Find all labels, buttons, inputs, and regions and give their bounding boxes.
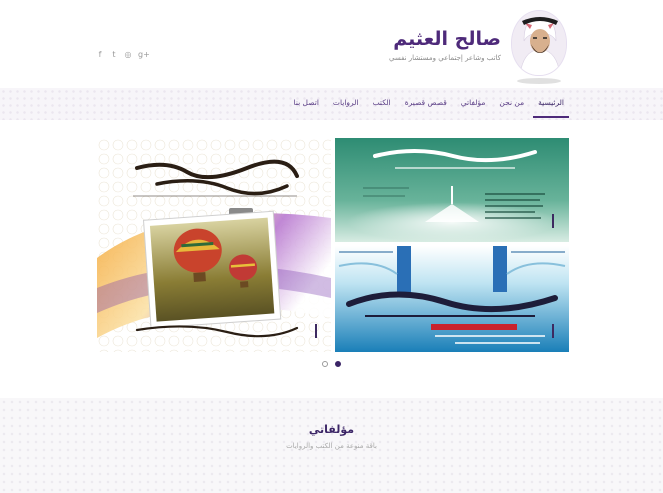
avatar-shadow (517, 78, 561, 84)
brand-text: صالح العثيم كاتب وشاعر إجتماعي ومستشار ن… (389, 27, 501, 62)
section-title: مؤلفاتي (308, 423, 355, 436)
slider-dot-1[interactable] (322, 361, 328, 367)
slide-alsujoon-almaftooha[interactable] (335, 246, 569, 352)
instagram-icon[interactable]: ◎ (124, 50, 132, 59)
site-tagline: كاتب وشاعر إجتماعي ومستشار نفسي (389, 53, 501, 62)
main-nav: الرئيسية من نحن مؤلفاتي قصص قصيرة الكتب … (287, 88, 571, 120)
nav-item-novels[interactable]: الروايات (326, 88, 366, 120)
featured-slider (97, 138, 569, 352)
slide-marker (315, 324, 317, 338)
nav-item-short-stories[interactable]: قصص قصيرة (398, 88, 454, 120)
book-cover-rawaea (97, 138, 331, 352)
avatar-wrap (511, 4, 567, 84)
my-works-section: مؤلفاتي باقة منوعة من الكتب والروايات (0, 398, 663, 493)
section-subtitle: باقة منوعة من الكتب والروايات (286, 442, 377, 450)
book-cover-sujoon (335, 246, 569, 352)
slide-rawaea-altaraef[interactable] (97, 138, 331, 352)
slider-dots (322, 361, 341, 367)
avatar (511, 10, 567, 76)
google-plus-icon[interactable]: g+ (138, 50, 150, 59)
nav-item-my-works[interactable]: مؤلفاتي (454, 88, 493, 120)
book-cover-manahel (335, 138, 569, 242)
nav-item-books[interactable]: الكتب (366, 88, 398, 120)
nav-band: الرئيسية من نحن مؤلفاتي قصص قصيرة الكتب … (0, 88, 663, 120)
avatar-portrait (512, 11, 566, 75)
twitter-icon[interactable]: t (110, 50, 118, 59)
slide-marker (552, 324, 554, 338)
nav-item-about[interactable]: من نحن (492, 88, 531, 120)
nav-item-contact[interactable]: اتصل بنا (287, 88, 326, 120)
facebook-icon[interactable]: f (96, 50, 104, 59)
social-links: f t ◎ g+ (96, 50, 150, 59)
brand[interactable]: صالح العثيم كاتب وشاعر إجتماعي ومستشار ن… (389, 4, 567, 84)
nav-item-home[interactable]: الرئيسية (531, 88, 571, 120)
site-header: صالح العثيم كاتب وشاعر إجتماعي ومستشار ن… (0, 0, 663, 88)
slide-marker (552, 214, 554, 228)
slide-manahel-altilawa[interactable] (335, 138, 569, 242)
slider-dot-2[interactable] (335, 361, 341, 367)
site-title[interactable]: صالح العثيم (389, 27, 501, 51)
